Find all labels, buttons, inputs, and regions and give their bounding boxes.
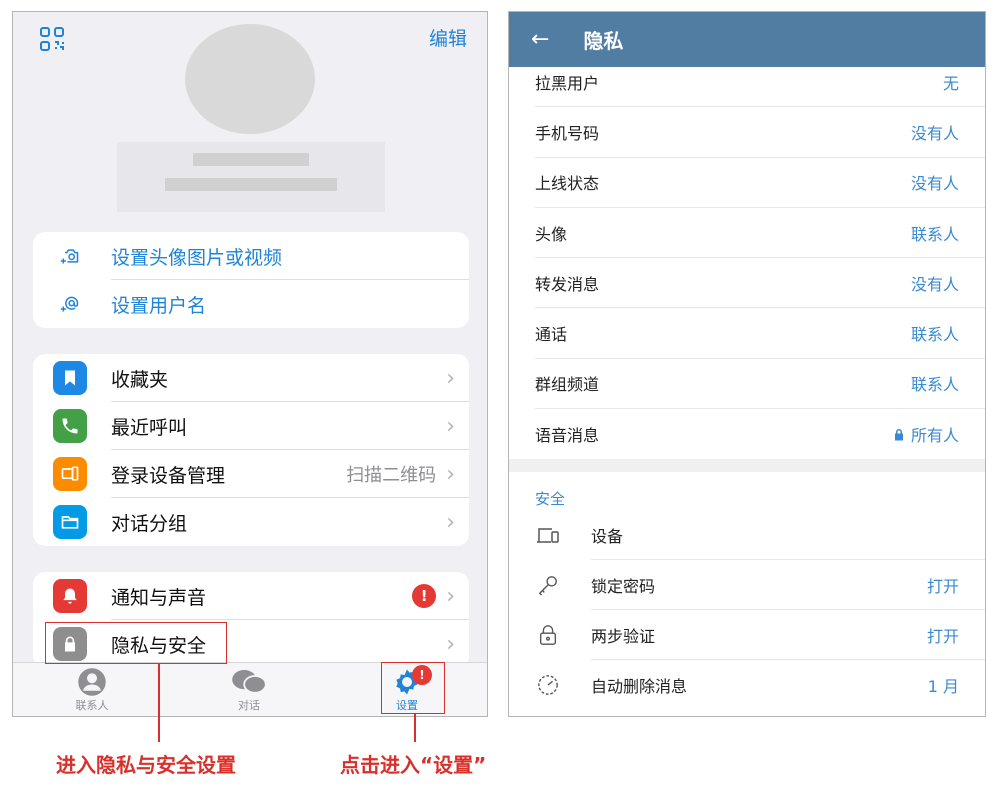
settings-caption: 点击进入“设置” xyxy=(340,753,487,777)
privacy-row-label: 拉黑用户 xyxy=(535,73,600,93)
privacy-row-photo[interactable]: 头像 联系人 xyxy=(535,208,985,259)
privacy-row-label: 群组频道 xyxy=(535,375,600,395)
devices-row[interactable]: 登录设备管理 扫描二维码 › xyxy=(33,450,469,498)
chat-folders-row[interactable]: 对话分组 › xyxy=(33,498,469,546)
phone-icon xyxy=(53,409,87,443)
security-row-label: 两步验证 xyxy=(591,627,656,647)
privacy-screen: ← 隐私 拉黑用户 无 手机号码 没有人 上线状态 没有人 头像 联系人 转发消… xyxy=(508,11,986,717)
chevron-right-icon: › xyxy=(446,509,455,535)
set-avatar-label: 设置头像图片或视频 xyxy=(111,246,283,269)
privacy-row-last-seen[interactable]: 上线状态 没有人 xyxy=(535,158,985,208)
privacy-row-groups[interactable]: 群组频道 联系人 xyxy=(535,359,985,410)
privacy-row-label: 语音消息 xyxy=(535,426,600,446)
menu-group: 收藏夹 › 最近呼叫 › 登录设备管理 扫描二维码 › 对话分组 › xyxy=(33,354,469,546)
settings-screen: 编辑 设置头像图片或视频 设置用户名 收藏夹 › 最近呼叫 › 登录设备管理 扫… xyxy=(12,11,488,717)
tab-chats[interactable]: 对话 xyxy=(204,667,294,713)
favorites-row[interactable]: 收藏夹 › xyxy=(33,354,469,402)
security-section-title: 安全 xyxy=(535,490,566,509)
privacy-row-value: 联系人 xyxy=(910,375,959,395)
alert-badge: ! xyxy=(412,584,437,608)
privacy-highlight-box xyxy=(45,622,227,664)
recent-calls-label: 最近呼叫 xyxy=(111,416,188,439)
settings-highlight-box xyxy=(381,662,445,714)
folder-icon xyxy=(53,505,87,539)
notifications-row[interactable]: 通知与声音 ! › xyxy=(33,572,469,620)
security-row-label: 锁定密码 xyxy=(591,577,656,597)
privacy-row-label: 头像 xyxy=(535,224,568,244)
security-row-passcode[interactable]: 锁定密码 打开 xyxy=(509,560,985,611)
privacy-row-value: 没有人 xyxy=(910,174,959,194)
privacy-row-label: 手机号码 xyxy=(535,123,600,143)
privacy-row-phone[interactable]: 手机号码 没有人 xyxy=(535,107,985,158)
devices-label: 登录设备管理 xyxy=(111,464,226,487)
qr-code-icon[interactable] xyxy=(39,26,65,52)
privacy-row-value: 联系人 xyxy=(910,224,959,244)
tab-contacts[interactable]: 联系人 xyxy=(47,667,137,713)
camera-add-icon xyxy=(53,239,87,273)
lock-icon xyxy=(894,428,903,441)
avatar[interactable] xyxy=(185,24,315,134)
profile-group: 设置头像图片或视频 设置用户名 xyxy=(33,232,469,328)
privacy-row-voice[interactable]: 语音消息 所有人 xyxy=(535,409,985,459)
key-icon xyxy=(535,574,561,596)
security-row-label: 设备 xyxy=(591,527,624,547)
chevron-right-icon: › xyxy=(446,461,455,487)
bookmark-icon xyxy=(53,361,87,395)
person-icon xyxy=(47,667,137,697)
phone-placeholder-bar xyxy=(165,178,337,191)
privacy-row-value: 无 xyxy=(942,73,959,93)
privacy-row-label: 通话 xyxy=(535,325,568,345)
tab-contacts-label: 联系人 xyxy=(75,699,109,712)
privacy-row-value: 所有人 xyxy=(910,426,959,446)
privacy-row-calls[interactable]: 通话 联系人 xyxy=(535,308,985,359)
privacy-row-value: 没有人 xyxy=(910,123,959,143)
scan-qr-value: 扫描二维码 xyxy=(346,465,437,486)
chevron-right-icon: › xyxy=(446,413,455,439)
security-row-auto-delete[interactable]: 自动删除消息 1 月 xyxy=(509,660,985,710)
privacy-callout-line xyxy=(158,664,160,742)
chevron-right-icon: › xyxy=(446,583,455,609)
back-arrow-icon[interactable]: ← xyxy=(531,27,549,52)
privacy-caption: 进入隐私与安全设置 xyxy=(56,753,236,777)
edit-button[interactable]: 编辑 xyxy=(429,24,467,51)
security-list: 设备 锁定密码 打开 两步验证 打开 自动删除消息 1 月 xyxy=(509,510,985,710)
favorites-label: 收藏夹 xyxy=(111,368,169,391)
security-row-value: 打开 xyxy=(926,627,959,647)
chat-folders-label: 对话分组 xyxy=(111,512,188,535)
chat-icon xyxy=(204,667,294,697)
security-row-value: 打开 xyxy=(926,577,959,597)
devices-icon xyxy=(53,457,87,491)
privacy-row-blocked[interactable]: 拉黑用户 无 xyxy=(535,57,985,108)
privacy-row-label: 转发消息 xyxy=(535,274,600,294)
privacy-row-label: 上线状态 xyxy=(535,174,600,194)
lock-icon xyxy=(535,624,561,646)
security-row-value: 1 月 xyxy=(927,677,959,697)
at-sign-icon xyxy=(53,287,87,321)
section-divider xyxy=(509,459,985,473)
security-row-two-step[interactable]: 两步验证 打开 xyxy=(509,610,985,661)
set-username-row[interactable]: 设置用户名 xyxy=(33,280,469,328)
chevron-right-icon: › xyxy=(446,631,455,657)
recent-calls-row[interactable]: 最近呼叫 › xyxy=(33,402,469,450)
security-row-devices[interactable]: 设备 xyxy=(509,510,985,561)
set-username-label: 设置用户名 xyxy=(111,294,207,317)
chevron-right-icon: › xyxy=(446,365,455,391)
name-placeholder-bar xyxy=(193,153,309,166)
privacy-list: 拉黑用户 无 手机号码 没有人 上线状态 没有人 头像 联系人 转发消息 没有人… xyxy=(509,57,985,459)
devices-icon xyxy=(535,526,561,544)
security-row-label: 自动删除消息 xyxy=(591,677,688,697)
timer-icon xyxy=(535,674,561,696)
privacy-row-forwards[interactable]: 转发消息 没有人 xyxy=(535,258,985,309)
set-avatar-row[interactable]: 设置头像图片或视频 xyxy=(33,232,469,280)
privacy-row-value: 没有人 xyxy=(910,274,959,294)
notifications-label: 通知与声音 xyxy=(111,586,207,609)
page-title: 隐私 xyxy=(583,29,624,53)
privacy-row-value: 联系人 xyxy=(910,325,959,345)
settings-callout-line xyxy=(414,714,416,742)
bell-icon xyxy=(53,579,87,613)
tab-chats-label: 对话 xyxy=(238,699,260,712)
